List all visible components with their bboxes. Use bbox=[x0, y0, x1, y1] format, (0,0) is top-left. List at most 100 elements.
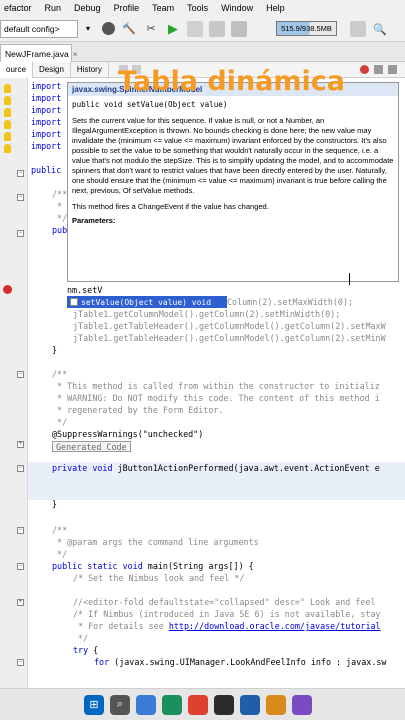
fold-toggle-icon[interactable]: − bbox=[17, 465, 24, 472]
code-line: */ bbox=[52, 417, 68, 427]
search-icon[interactable]: ⌕ bbox=[110, 694, 130, 715]
code-line: import bbox=[31, 105, 62, 115]
hint-bulb-icon[interactable] bbox=[4, 84, 11, 93]
menu-team[interactable]: Team bbox=[152, 3, 174, 13]
search-icon[interactable]: 🔍 bbox=[372, 21, 388, 37]
stop-macro-icon[interactable] bbox=[360, 65, 369, 74]
menu-help[interactable]: Help bbox=[266, 3, 285, 13]
code-line: Generated Code bbox=[52, 440, 131, 452]
attach-icon[interactable] bbox=[231, 20, 247, 37]
javadoc-signature: public void setValue(Object value) bbox=[72, 100, 228, 109]
close-icon[interactable]: × bbox=[73, 49, 78, 59]
globe-icon[interactable] bbox=[102, 22, 115, 35]
code-line: /** bbox=[52, 189, 68, 199]
run-icon[interactable]: ▶ bbox=[165, 21, 181, 37]
code-line: public static void main(String args[]) { bbox=[52, 561, 254, 571]
generated-code-fold[interactable]: Generated Code bbox=[52, 440, 131, 452]
fold-toggle-icon[interactable]: − bbox=[17, 230, 24, 237]
javadoc-description: Sets the current value for this sequence… bbox=[72, 116, 394, 195]
profile-icon[interactable] bbox=[209, 20, 225, 37]
code-line: */ bbox=[52, 213, 68, 223]
hint-bulb-icon[interactable] bbox=[4, 144, 11, 153]
code-line: //<editor-fold defaultstate="collapsed" … bbox=[73, 597, 376, 607]
code-line: * regenerated by the Form Editor. bbox=[52, 405, 224, 415]
code-line: try { bbox=[73, 645, 99, 655]
error-icon[interactable] bbox=[3, 285, 12, 294]
hammer-icon[interactable]: 🔨 bbox=[121, 21, 137, 37]
javadoc-note: This method fires a ChangeEvent if the v… bbox=[72, 202, 269, 211]
menu-run[interactable]: Run bbox=[45, 3, 62, 13]
overlay-title: Tabla dinámica bbox=[118, 66, 345, 97]
code-line: * bbox=[52, 201, 63, 211]
fold-toggle-icon[interactable]: − bbox=[17, 170, 24, 177]
file-tab-label: NewJFrame.java bbox=[5, 48, 69, 59]
code-line: private void jButton1ActionPerformed(jav… bbox=[28, 462, 405, 474]
doc-link[interactable]: http://download.oracle.com/javase/tutori… bbox=[169, 621, 381, 631]
code-line: * This method is called from within the … bbox=[52, 381, 380, 391]
code-line: import bbox=[31, 141, 62, 151]
memory-indicator[interactable]: 515.9/938.5MB bbox=[276, 21, 337, 36]
app-icon[interactable] bbox=[240, 694, 260, 715]
code-line: import bbox=[31, 93, 62, 103]
toolbar: default config> ▾ 🔨 ✂ ▶ 515.9/938.5MB 🔍 bbox=[0, 16, 405, 42]
code-line: /** bbox=[52, 369, 68, 379]
taskbar: ⊞ ⌕ bbox=[0, 688, 405, 720]
hint-bulb-icon[interactable] bbox=[4, 96, 11, 105]
completion-item[interactable]: setValue(Object value) void bbox=[67, 296, 227, 308]
code-line: * WARNING: Do NOT modify this code. The … bbox=[52, 393, 380, 403]
javadoc-popup[interactable]: javax.swing.SpinnerNumberModel public vo… bbox=[67, 82, 399, 282]
menu-window[interactable]: Window bbox=[221, 3, 253, 13]
comment-icon[interactable] bbox=[388, 65, 397, 74]
tab-design[interactable]: Design bbox=[33, 61, 71, 78]
code-line: jTable1.getTableHeader().getColumnModel(… bbox=[73, 333, 386, 343]
file-tab[interactable]: NewJFrame.java × bbox=[0, 44, 78, 62]
gc-icon[interactable] bbox=[350, 21, 366, 37]
menu-profile[interactable]: Profile bbox=[114, 3, 140, 13]
code-line: /* If Nimbus (introduced in Java SE 6) i… bbox=[73, 609, 381, 619]
fold-toggle-icon[interactable]: − bbox=[17, 659, 24, 666]
edge-icon[interactable] bbox=[162, 694, 182, 715]
fold-toggle-icon[interactable]: − bbox=[17, 194, 24, 201]
code-line: import bbox=[31, 129, 62, 139]
code-line: jTable1.getTableHeader().getColumnModel(… bbox=[73, 321, 386, 331]
menu-refactor[interactable]: efactor bbox=[4, 3, 32, 13]
code-line: nm.setV bbox=[67, 285, 103, 295]
fold-toggle-icon[interactable]: + bbox=[17, 599, 24, 606]
code-line: */ bbox=[52, 549, 68, 559]
fold-toggle-icon[interactable]: − bbox=[17, 371, 24, 378]
fold-toggle-icon[interactable]: − bbox=[17, 563, 24, 570]
fold-toggle-icon[interactable]: − bbox=[17, 527, 24, 534]
code-line: jTable1.getColumnModel().getColumn(2).se… bbox=[73, 309, 341, 319]
tab-source[interactable]: ource bbox=[0, 61, 34, 78]
code-line: } bbox=[52, 345, 58, 355]
app-icon[interactable] bbox=[292, 694, 312, 715]
code-line bbox=[28, 474, 405, 500]
clean-build-icon[interactable]: ✂ bbox=[143, 21, 159, 37]
menu-tools[interactable]: Tools bbox=[187, 3, 208, 13]
netbeans-icon[interactable] bbox=[266, 694, 286, 715]
file-explorer-icon[interactable] bbox=[136, 694, 156, 715]
steam-icon[interactable] bbox=[214, 694, 234, 715]
line-gutter: − − − − + − − − + − bbox=[0, 78, 28, 688]
start-icon[interactable]: ⊞ bbox=[84, 694, 104, 715]
dropdown-arrow-icon[interactable]: ▾ bbox=[80, 21, 96, 37]
method-icon bbox=[70, 298, 78, 306]
debug-icon[interactable] bbox=[187, 20, 203, 37]
tab-history[interactable]: History bbox=[71, 61, 109, 78]
code-line: @SuppressWarnings("unchecked") bbox=[52, 429, 204, 439]
mouse-cursor bbox=[349, 273, 350, 285]
hint-bulb-icon[interactable] bbox=[4, 132, 11, 141]
fold-toggle-icon[interactable]: + bbox=[17, 441, 24, 448]
menu-debug[interactable]: Debug bbox=[74, 3, 101, 13]
hint-bulb-icon[interactable] bbox=[4, 108, 11, 117]
code-line: * For details see http://download.oracle… bbox=[73, 621, 381, 631]
code-line: import bbox=[31, 81, 62, 91]
hint-bulb-icon[interactable] bbox=[4, 120, 11, 129]
javadoc-params-label: Parameters: bbox=[72, 216, 116, 225]
code-line: } bbox=[52, 499, 58, 509]
chrome-icon[interactable] bbox=[188, 694, 208, 715]
macro-play-icon[interactable] bbox=[374, 65, 383, 74]
code-line: */ bbox=[73, 633, 89, 643]
config-select[interactable]: default config> bbox=[0, 19, 78, 38]
code-line: for (javax.swing.UIManager.LookAndFeelIn… bbox=[94, 657, 387, 667]
